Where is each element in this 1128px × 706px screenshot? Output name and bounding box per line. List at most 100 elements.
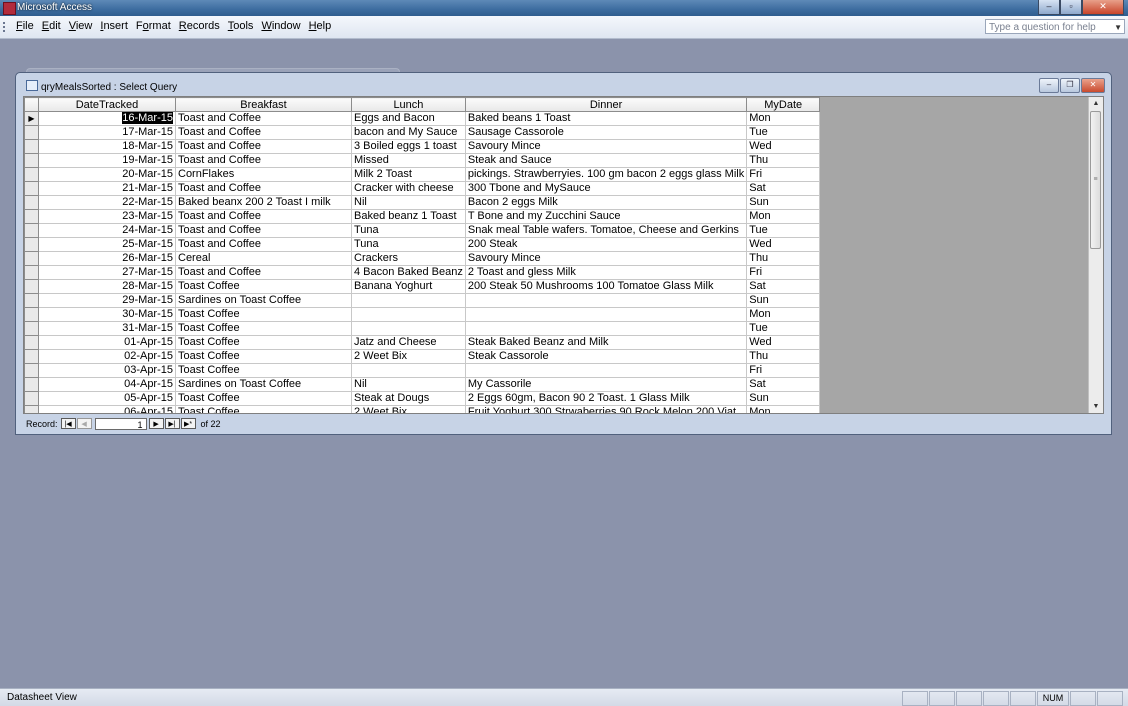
record-selector[interactable] — [24, 335, 39, 350]
table-cell[interactable]: Savoury Mince — [464, 251, 748, 266]
toolbar-grip-icon[interactable] — [3, 22, 7, 32]
table-cell[interactable]: Crackers — [351, 251, 466, 266]
record-selector[interactable] — [24, 391, 39, 406]
table-cell[interactable]: Toast and Coffee — [175, 223, 352, 238]
table-row[interactable]: 05-Apr-15 Toast Coffee Steak at Dougs 2 Egg… — [24, 391, 821, 406]
table-row[interactable]: 21-Mar-15 Toast and Coffee Cracker with ch… — [24, 181, 821, 196]
table-row[interactable]: 27-Mar-15 Toast and Coffee 4 Bacon Baked B… — [24, 265, 821, 280]
record-selector[interactable] — [24, 139, 39, 154]
next-record-button[interactable]: ▶ — [148, 418, 164, 429]
table-row[interactable]: 30-Mar-15 Toast Coffee Mon — [24, 307, 821, 322]
table-cell[interactable]: Snak meal Table wafers. Tomatoe, Cheese … — [464, 223, 748, 238]
table-cell[interactable]: Nil — [351, 195, 466, 210]
column-header[interactable]: Breakfast — [175, 97, 352, 112]
table-cell[interactable]: 30-Mar-15 — [38, 307, 176, 322]
table-row[interactable]: 31-Mar-15 Toast Coffee Tue — [24, 321, 821, 336]
record-selector[interactable] — [24, 237, 39, 252]
table-cell[interactable]: 18-Mar-15 — [38, 139, 176, 154]
minimize-button[interactable]: ‒ — [1038, 0, 1060, 15]
table-cell[interactable]: Wed — [746, 335, 821, 350]
record-selector[interactable] — [24, 167, 39, 182]
table-cell[interactable]: 04-Apr-15 — [38, 377, 176, 392]
table-cell[interactable]: 2 Toast and gless Milk — [464, 265, 748, 280]
table-cell[interactable]: Mon — [746, 209, 821, 224]
table-cell[interactable]: Missed — [351, 153, 466, 168]
table-cell[interactable]: Sun — [746, 391, 821, 406]
table-cell[interactable]: Tuna — [351, 223, 466, 238]
table-cell[interactable] — [351, 293, 466, 308]
table-cell[interactable]: Toast Coffee — [175, 279, 352, 294]
record-selector[interactable] — [24, 321, 39, 336]
table-row[interactable]: 02-Apr-15 Toast Coffee 2 Weet Bix Steak Cas… — [24, 349, 821, 364]
table-cell[interactable]: Tue — [746, 321, 821, 336]
table-cell[interactable]: Bacon 2 eggs Milk — [464, 195, 748, 210]
table-cell[interactable]: Fri — [746, 265, 821, 280]
first-record-button[interactable]: |◀ — [60, 418, 76, 429]
table-cell[interactable]: Toast and Coffee — [175, 153, 352, 168]
table-cell[interactable]: Fruit Yoghurt 300 Strwaberries 90 Rock M… — [464, 405, 748, 413]
menu-item[interactable]: Insert — [96, 20, 132, 32]
column-header[interactable]: MyDate — [746, 97, 821, 112]
table-cell[interactable]: Toast Coffee — [175, 307, 352, 322]
table-cell[interactable]: Toast and Coffee — [175, 111, 352, 126]
table-cell[interactable]: Fri — [746, 167, 821, 182]
table-cell[interactable]: My Cassorile — [464, 377, 748, 392]
table-cell[interactable]: Toast and Coffee — [175, 209, 352, 224]
table-cell[interactable]: Toast and Coffee — [175, 181, 352, 196]
access-app-icon[interactable] — [3, 2, 16, 15]
table-cell[interactable]: Steak Cassorole — [464, 349, 748, 364]
table-cell[interactable] — [351, 307, 466, 322]
table-cell[interactable]: 200 Steak 50 Mushrooms 100 Tomatoe Glass… — [464, 279, 748, 294]
table-cell[interactable]: Thu — [746, 251, 821, 266]
record-selector[interactable] — [24, 181, 39, 196]
record-selector[interactable] — [24, 293, 39, 308]
table-cell[interactable]: Toast and Coffee — [175, 139, 352, 154]
table-row[interactable]: 03-Apr-15 Toast Coffee Fri — [24, 363, 821, 378]
table-row[interactable]: 17-Mar-15 Toast and Coffee bacon and My Sa… — [24, 125, 821, 140]
table-row[interactable]: 22-Mar-15 Baked beanx 200 2 Toast I milk N… — [24, 195, 821, 210]
record-selector[interactable] — [24, 153, 39, 168]
table-cell[interactable]: Toast Coffee — [175, 363, 352, 378]
menu-item[interactable]: Tools — [224, 20, 258, 32]
table-cell[interactable]: pickings. Strawberryies. 100 gm bacon 2 … — [464, 167, 748, 182]
table-cell[interactable]: Baked beans 1 Toast — [464, 111, 748, 126]
table-cell[interactable]: Steak at Dougs — [351, 391, 466, 406]
table-cell[interactable]: Thu — [746, 153, 821, 168]
table-cell[interactable]: 22-Mar-15 — [38, 195, 176, 210]
table-cell[interactable]: Sat — [746, 181, 821, 196]
record-selector[interactable] — [24, 349, 39, 364]
table-cell[interactable]: 23-Mar-15 — [38, 209, 176, 224]
table-row[interactable]: 06-Apr-15 Toast Coffee 2 Weet Bix Fruit Yog… — [24, 405, 821, 413]
table-cell[interactable] — [351, 363, 466, 378]
maximize-button[interactable]: ▫ — [1060, 0, 1082, 15]
table-cell[interactable]: Toast Coffee — [175, 405, 352, 413]
record-selector[interactable] — [24, 265, 39, 280]
record-selector[interactable] — [24, 405, 39, 413]
table-cell[interactable]: Toast Coffee — [175, 349, 352, 364]
table-cell[interactable]: Baked beanz 1 Toast — [351, 209, 466, 224]
table-cell[interactable]: Savoury Mince — [464, 139, 748, 154]
scroll-up-icon[interactable]: ▲ — [1089, 97, 1103, 110]
last-record-button[interactable]: ▶| — [164, 418, 180, 429]
table-cell[interactable]: CornFlakes — [175, 167, 352, 182]
table-cell[interactable]: Toast and Coffee — [175, 265, 352, 280]
table-row[interactable]: ▶ 16-Mar-15 Toast and Coffee Eggs and Bacon… — [24, 111, 821, 126]
table-cell[interactable]: Toast Coffee — [175, 321, 352, 336]
table-row[interactable]: 18-Mar-15 Toast and Coffee 3 Boiled eggs 1… — [24, 139, 821, 154]
record-selector[interactable] — [24, 125, 39, 140]
table-cell[interactable]: 21-Mar-15 — [38, 181, 176, 196]
table-cell[interactable]: Steak and Sauce — [464, 153, 748, 168]
table-row[interactable]: 24-Mar-15 Toast and Coffee Tuna Snak meal T… — [24, 223, 821, 238]
table-row[interactable]: 26-Mar-15 Cereal Crackers Savoury Mince Thu — [24, 251, 821, 266]
menu-item[interactable]: Edit — [38, 20, 65, 32]
table-cell[interactable]: Baked beanx 200 2 Toast I milk — [175, 195, 352, 210]
table-cell[interactable]: 24-Mar-15 — [38, 223, 176, 238]
table-cell[interactable]: Nil — [351, 377, 466, 392]
table-cell[interactable]: 28-Mar-15 — [38, 279, 176, 294]
table-cell[interactable]: 27-Mar-15 — [38, 265, 176, 280]
table-cell[interactable]: Sat — [746, 377, 821, 392]
table-cell[interactable] — [464, 293, 748, 308]
table-cell[interactable]: Mon — [746, 111, 821, 126]
vertical-scrollbar[interactable]: ▲ ≡ ▼ — [1088, 97, 1103, 413]
table-cell[interactable]: 01-Apr-15 — [38, 335, 176, 350]
